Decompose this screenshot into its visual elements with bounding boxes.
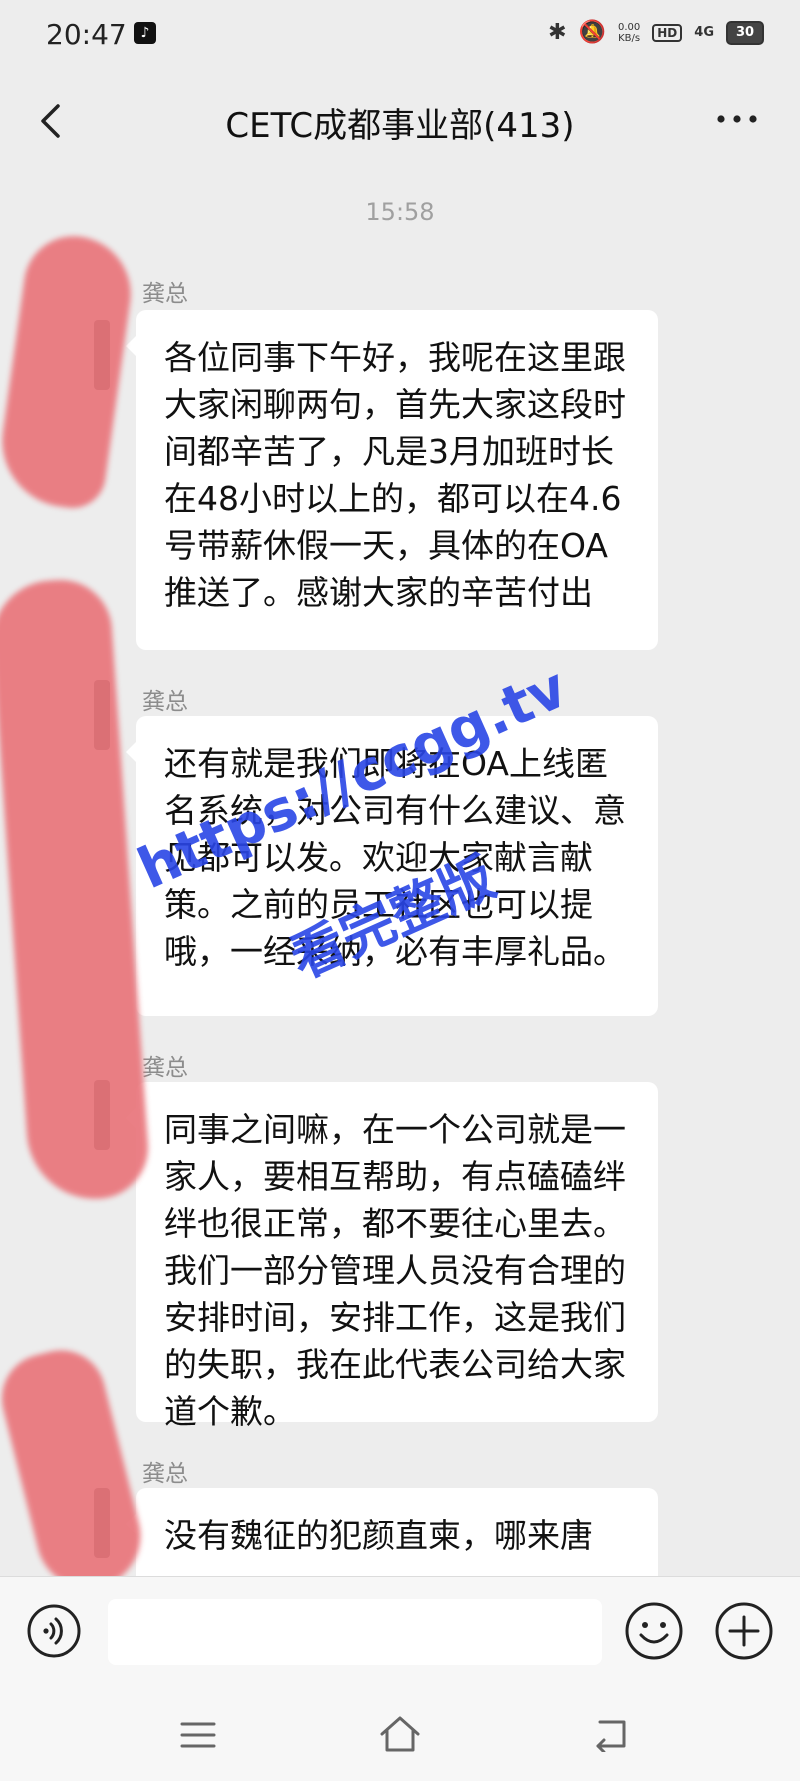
message-timestamp: 15:58 [365,198,435,226]
battery-icon: 30 [726,20,764,45]
home-icon[interactable] [378,1714,422,1754]
bluetooth-icon: ✱ [548,20,567,45]
voice-icon[interactable] [26,1603,82,1659]
input-bar [0,1576,800,1689]
signal-icon: 4G [694,25,714,40]
sender-name: 龚总 [142,1461,188,1487]
mute-icon: 🔕 [578,20,606,45]
message-bubble[interactable]: 同事之间嘛，在一个公司就是一家人，要相互帮助，有点磕磕绊绊也很正常，都不要往心里… [126,1082,658,1431]
status-bar: 20:47 ♪ ✱ 🔕 0.00 KB/s HD 4G 30 [0,0,800,74]
chat-title: CETC成都事业部(413) [225,106,575,146]
menu-icon[interactable] [178,1718,218,1752]
hd-badge: HD [652,23,683,42]
status-icons: ✱ 🔕 0.00 KB/s HD 4G 30 [548,20,764,45]
sender-name: 龚总 [142,689,188,715]
more-dots-icon[interactable] [714,104,760,134]
status-time: 20:47 [46,18,127,51]
message-bubble[interactable]: 各位同事下午好，我呢在这里跟大家闲聊两句，首先大家这段时间都辛苦了，凡是3月加班… [126,310,658,650]
emoji-icon[interactable] [624,1601,684,1661]
sender-name: 龚总 [142,281,188,307]
net-speed: 0.00 KB/s [618,21,641,44]
chat-header: CETC成都事业部(413) [0,74,800,166]
redaction-mark [0,576,152,1204]
message-input[interactable] [108,1599,602,1665]
redaction-mark [0,229,139,513]
back-nav-icon[interactable] [590,1716,630,1752]
system-nav-bar [0,1688,800,1781]
sender-name: 龚总 [142,1055,188,1081]
plus-icon[interactable] [714,1601,774,1661]
tiktok-icon: ♪ [134,22,156,44]
redaction-mark [0,1340,152,1600]
